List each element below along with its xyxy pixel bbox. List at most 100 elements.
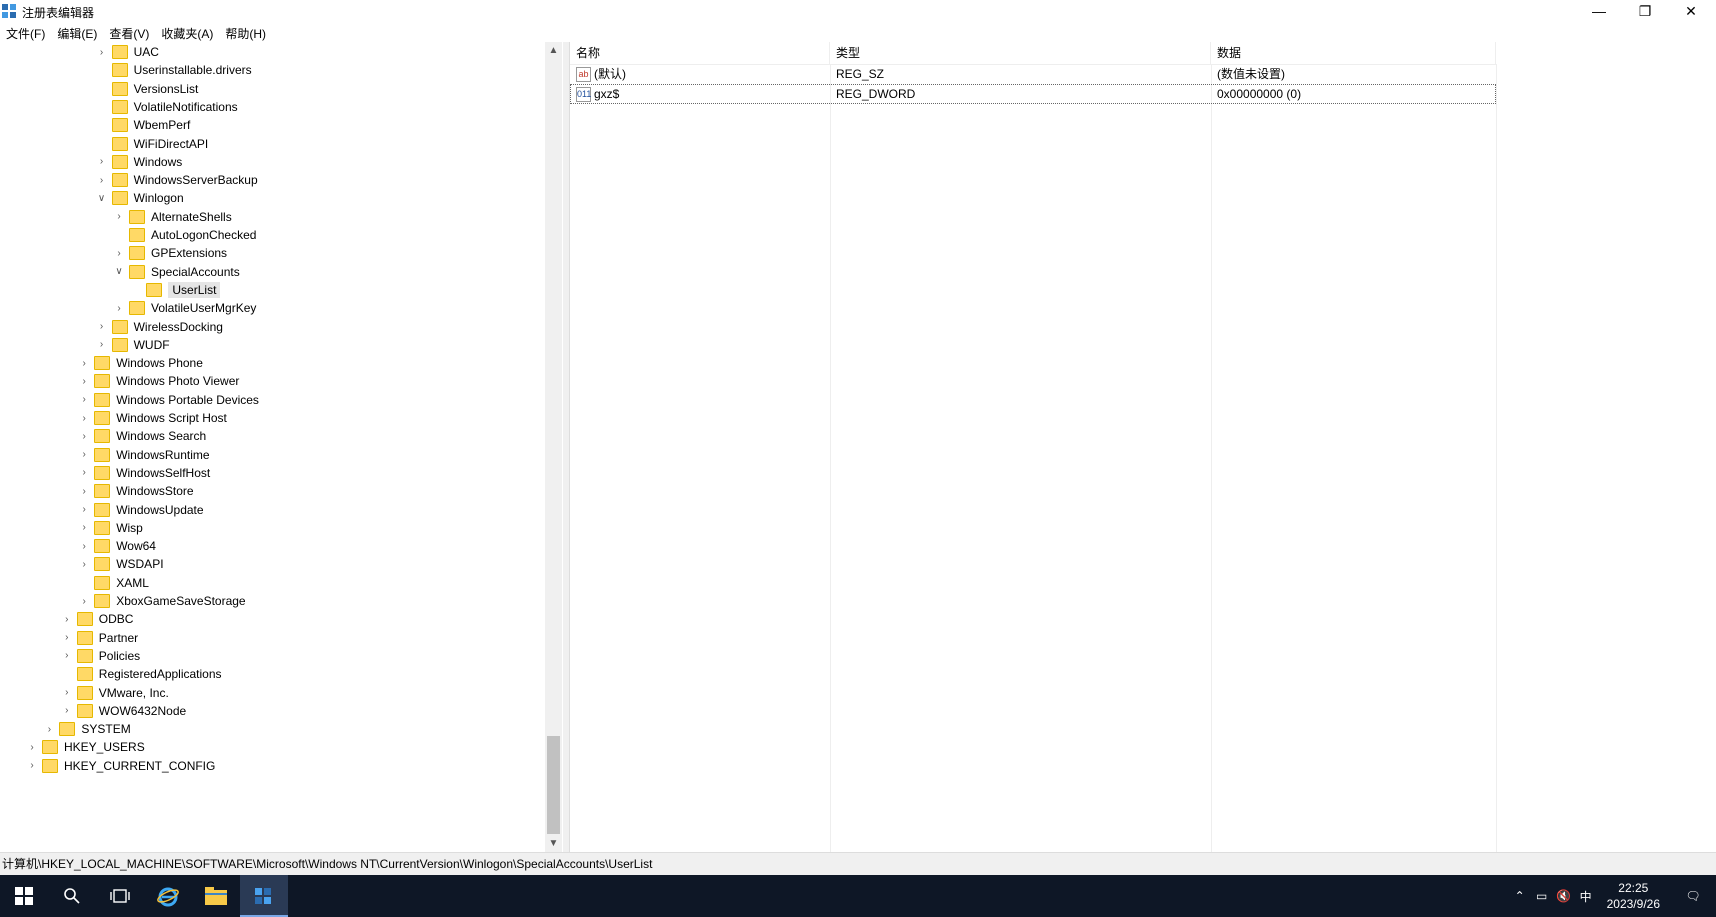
column-header-name[interactable]: 名称 <box>570 42 830 64</box>
ie-icon[interactable] <box>144 875 192 917</box>
tree-node[interactable]: UserList <box>130 280 221 300</box>
expand-chevron-icon[interactable]: › <box>78 540 90 552</box>
registry-tree[interactable]: › UAC Userinstallable.drivers VersionsList V… <box>0 42 567 852</box>
column-header-type[interactable]: 类型 <box>830 42 1211 64</box>
restore-button[interactable]: ❐ <box>1622 0 1668 22</box>
ime-indicator[interactable]: 中 <box>1575 888 1597 905</box>
tree-node[interactable]: RegisteredApplications <box>61 664 222 684</box>
expand-chevron-icon[interactable]: › <box>78 412 90 424</box>
tree-node[interactable]: XAML <box>78 573 149 593</box>
expand-chevron-icon[interactable]: › <box>61 632 73 644</box>
notifications-icon[interactable]: 🗨 <box>1670 889 1716 903</box>
tree-node[interactable]: › XboxGameSaveStorage <box>78 591 246 611</box>
tree-node[interactable]: Userinstallable.drivers <box>96 60 252 80</box>
tree-node[interactable]: › Policies <box>61 646 140 666</box>
expand-chevron-icon[interactable]: › <box>61 613 73 625</box>
network-icon[interactable]: ▭ <box>1531 889 1553 903</box>
close-button[interactable]: ✕ <box>1668 0 1714 22</box>
tree-node[interactable]: ∨ SpecialAccounts <box>113 262 240 282</box>
tree-node[interactable]: › WOW6432Node <box>61 701 186 721</box>
expand-chevron-icon[interactable]: › <box>96 321 108 333</box>
tree-node[interactable]: › Windows Phone <box>78 353 203 373</box>
tree-node[interactable]: › GPExtensions <box>113 243 227 263</box>
tree-node[interactable]: › Windows Photo Viewer <box>78 371 239 391</box>
tree-node[interactable]: WiFiDirectAPI <box>96 134 208 154</box>
show-hidden-icons-icon[interactable]: ⌃ <box>1509 889 1531 903</box>
expand-chevron-icon[interactable]: › <box>96 156 108 168</box>
tree-node[interactable]: › SYSTEM <box>43 719 131 739</box>
menu-item[interactable]: 收藏夹(A) <box>155 22 219 42</box>
tree-node[interactable]: › UAC <box>96 42 159 62</box>
start-icon[interactable] <box>0 875 48 917</box>
expand-chevron-icon[interactable]: › <box>78 504 90 516</box>
value-row[interactable]: ab (默认) REG_SZ (数值未设置) <box>570 64 1496 84</box>
expand-chevron-icon[interactable]: › <box>26 741 38 753</box>
expand-chevron-icon[interactable]: › <box>61 705 73 717</box>
value-row[interactable]: 011 gxz$ REG_DWORD 0x00000000 (0) <box>570 84 1496 104</box>
expand-chevron-icon[interactable]: › <box>96 46 108 58</box>
expand-chevron-icon[interactable]: › <box>78 375 90 387</box>
tree-node[interactable]: › AlternateShells <box>113 207 232 227</box>
expand-chevron-icon[interactable]: › <box>26 760 38 772</box>
expand-chevron-icon[interactable]: › <box>113 247 125 259</box>
expand-chevron-icon[interactable]: › <box>96 339 108 351</box>
tree-node[interactable]: › Wow64 <box>78 536 156 556</box>
menu-item[interactable]: 文件(F) <box>0 22 51 42</box>
expand-chevron-icon[interactable]: › <box>78 394 90 406</box>
tree-node[interactable]: › Wisp <box>78 518 143 538</box>
tree-node[interactable]: › VolatileUserMgrKey <box>113 298 256 318</box>
search-icon[interactable] <box>48 875 96 917</box>
tree-node[interactable]: › WindowsStore <box>78 481 194 501</box>
expand-chevron-icon[interactable]: › <box>78 357 90 369</box>
tree-node[interactable]: › WSDAPI <box>78 554 164 574</box>
menu-item[interactable]: 帮助(H) <box>219 22 272 42</box>
expand-chevron-icon[interactable]: › <box>113 211 125 223</box>
tree-node[interactable]: › WUDF <box>96 335 170 355</box>
file-explorer-icon[interactable] <box>192 875 240 917</box>
regedit-icon[interactable] <box>240 875 288 917</box>
scroll-up-arrow-icon[interactable]: ▲ <box>545 42 562 59</box>
expand-chevron-icon[interactable]: › <box>78 595 90 607</box>
tree-node[interactable]: › WirelessDocking <box>96 317 223 337</box>
tree-node[interactable]: VolatileNotifications <box>96 97 238 117</box>
collapse-chevron-icon[interactable]: ∨ <box>113 266 125 278</box>
expand-chevron-icon[interactable]: › <box>78 430 90 442</box>
expand-chevron-icon[interactable]: › <box>78 467 90 479</box>
tree-scrollbar[interactable]: ▲ ▼ <box>545 42 562 852</box>
values-list[interactable]: 名称 类型 数据 ab (默认) REG_SZ (数值未设置) 011 gxz$ REG_D… <box>569 42 1716 852</box>
tree-node[interactable]: AutoLogonChecked <box>113 225 256 245</box>
expand-chevron-icon[interactable]: › <box>96 174 108 186</box>
tree-node[interactable]: › HKEY_CURRENT_CONFIG <box>26 756 215 776</box>
tree-node[interactable]: WbemPerf <box>96 115 190 135</box>
expand-chevron-icon[interactable]: › <box>113 302 125 314</box>
expand-chevron-icon[interactable]: › <box>78 558 90 570</box>
expand-chevron-icon[interactable]: › <box>78 522 90 534</box>
tree-node[interactable]: VersionsList <box>96 79 198 99</box>
tree-node[interactable]: › WindowsServerBackup <box>96 170 258 190</box>
volume-muted-icon[interactable]: 🔇 <box>1553 889 1575 903</box>
expand-chevron-icon[interactable]: › <box>61 687 73 699</box>
task-view-icon[interactable] <box>96 875 144 917</box>
tree-node[interactable]: › VMware, Inc. <box>61 683 169 703</box>
tree-node[interactable]: › ODBC <box>61 609 133 629</box>
menu-item[interactable]: 查看(V) <box>103 22 155 42</box>
tree-node[interactable]: › Windows Portable Devices <box>78 390 259 410</box>
column-header-data[interactable]: 数据 <box>1211 42 1496 64</box>
expand-chevron-icon[interactable]: › <box>78 485 90 497</box>
minimize-button[interactable]: — <box>1576 0 1622 22</box>
tree-node[interactable]: › Partner <box>61 628 138 648</box>
expand-chevron-icon[interactable]: › <box>43 723 55 735</box>
tree-node[interactable]: ∨ Winlogon <box>96 188 184 208</box>
collapse-chevron-icon[interactable]: ∨ <box>96 192 108 204</box>
clock[interactable]: 22:25 2023/9/26 <box>1597 880 1670 912</box>
expand-chevron-icon[interactable]: › <box>78 449 90 461</box>
tree-node[interactable]: › Windows Search <box>78 426 206 446</box>
scroll-down-arrow-icon[interactable]: ▼ <box>545 835 562 852</box>
tree-node[interactable]: › WindowsSelfHost <box>78 463 210 483</box>
expand-chevron-icon[interactable]: › <box>61 650 73 662</box>
tree-node[interactable]: › Windows Script Host <box>78 408 227 428</box>
tree-node[interactable]: › Windows <box>96 152 182 172</box>
scroll-thumb[interactable] <box>547 736 560 834</box>
tree-node[interactable]: › WindowsRuntime <box>78 445 210 465</box>
tree-node[interactable]: › HKEY_USERS <box>26 737 145 757</box>
